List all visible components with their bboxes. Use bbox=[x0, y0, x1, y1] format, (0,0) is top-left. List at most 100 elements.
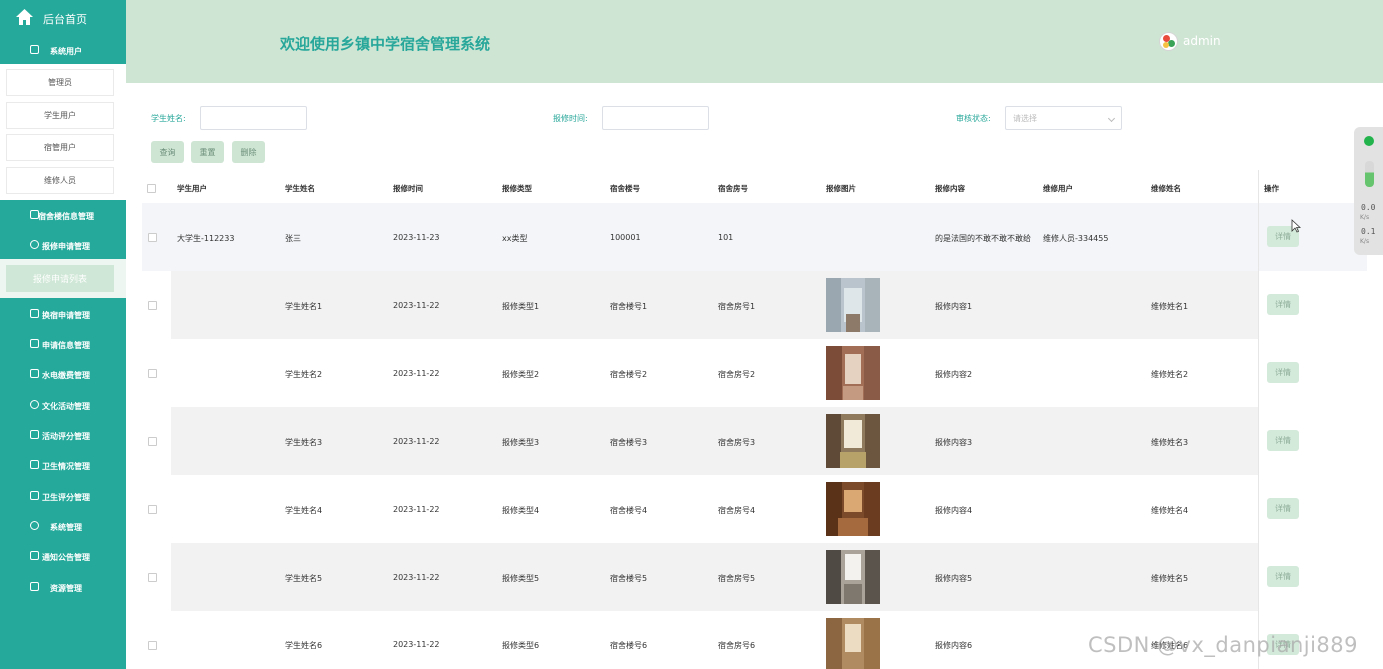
repair-photo[interactable] bbox=[826, 550, 880, 604]
sidebar-item-repair-list[interactable]: 报修申请列表 bbox=[6, 265, 114, 292]
cell-room: 101 bbox=[718, 233, 734, 242]
reset-button[interactable]: 重置 bbox=[191, 141, 224, 163]
column-header: 报修时间 bbox=[393, 184, 423, 193]
repair-time-label: 报修时间: bbox=[553, 114, 588, 123]
sidebar-group-system[interactable]: 系统管理 bbox=[0, 511, 126, 541]
sidebar-group-repair-apply[interactable]: 报修申请管理 bbox=[0, 230, 126, 260]
sidebar-home[interactable]: 后台首页 bbox=[0, 0, 126, 34]
cell-repair-name: 维修姓名1 bbox=[1151, 302, 1189, 311]
select-all-checkbox[interactable] bbox=[147, 184, 156, 193]
cell-repair-name: 维修姓名2 bbox=[1151, 370, 1189, 379]
status-dot-icon bbox=[1364, 136, 1374, 146]
row-background bbox=[171, 271, 1259, 339]
table-row[interactable]: 大学生-112233 张三 2023-11-23 xx类型 100001 101… bbox=[142, 203, 1367, 271]
sidebar-group-hygiene-score[interactable]: 卫生评分管理 bbox=[0, 481, 126, 511]
column-header: 报修内容 bbox=[935, 184, 965, 193]
cell-room: 宿舍房号5 bbox=[718, 574, 756, 583]
repair-photo[interactable] bbox=[826, 414, 880, 468]
row-checkbox[interactable] bbox=[148, 369, 157, 378]
cell-content: 报修内容3 bbox=[935, 438, 973, 447]
row-checkbox[interactable] bbox=[148, 505, 157, 514]
table-row[interactable]: 学生姓名4 2023-11-22 报修类型4 宿舍楼号4 宿舍房号4 报修内容4… bbox=[142, 475, 1367, 543]
detail-button[interactable]: 详情 bbox=[1267, 362, 1299, 383]
student-name-input[interactable] bbox=[200, 106, 307, 130]
sidebar-group-label: 文化活动管理 bbox=[42, 402, 90, 411]
cell-repair-type: 报修类型4 bbox=[502, 506, 540, 515]
repair-photo[interactable] bbox=[826, 346, 880, 400]
cell-student-user: 大学生-112233 bbox=[177, 234, 235, 243]
chat-icon bbox=[30, 521, 39, 530]
repair-time-input[interactable] bbox=[602, 106, 709, 130]
row-checkbox[interactable] bbox=[148, 233, 157, 242]
row-background bbox=[171, 543, 1259, 611]
user-icon bbox=[30, 45, 39, 54]
avatar[interactable] bbox=[1159, 32, 1178, 51]
cell-repair-name: 维修姓名3 bbox=[1151, 438, 1189, 447]
mouse-cursor-icon bbox=[1291, 219, 1301, 233]
sidebar-group-notice[interactable]: 通知公告管理 bbox=[0, 541, 126, 571]
sidebar-item-student-user[interactable]: 学生用户 bbox=[6, 102, 114, 129]
repair-photo[interactable] bbox=[826, 618, 880, 669]
sidebar-item-repair-staff[interactable]: 维修人员 bbox=[6, 167, 114, 194]
repair-photo[interactable] bbox=[826, 482, 880, 536]
page-title: 欢迎使用乡镇中学宿舍管理系统 bbox=[280, 35, 491, 53]
sidebar-group-application-info[interactable]: 申请信息管理 bbox=[0, 329, 126, 359]
row-checkbox[interactable] bbox=[148, 573, 157, 582]
sidebar-group-resource[interactable]: 资源管理 bbox=[0, 572, 126, 602]
row-background bbox=[171, 407, 1259, 475]
edit-icon bbox=[30, 491, 39, 500]
table-row[interactable]: 学生姓名3 2023-11-22 报修类型3 宿舍楼号3 宿舍房号3 报修内容3… bbox=[142, 407, 1367, 475]
search-button[interactable]: 查询 bbox=[151, 141, 184, 163]
sidebar-item-dorm-manager[interactable]: 宿管用户 bbox=[6, 134, 114, 161]
cell-content: 的是法国的不敢不敢不敢给 bbox=[935, 234, 1031, 243]
detail-button[interactable]: 详情 bbox=[1267, 498, 1299, 519]
cell-student-name: 学生姓名1 bbox=[285, 302, 323, 311]
detail-button[interactable]: 详情 bbox=[1267, 566, 1299, 587]
network-speed-widget[interactable]: 0.0 K/s 0.1 K/s bbox=[1354, 127, 1383, 255]
cell-content: 报修内容4 bbox=[935, 506, 973, 515]
cell-repair-name: 维修姓名4 bbox=[1151, 506, 1189, 515]
home-icon bbox=[16, 9, 33, 25]
cell-repair-type: 报修类型3 bbox=[502, 438, 540, 447]
student-name-label: 学生姓名: bbox=[151, 114, 186, 123]
row-checkbox[interactable] bbox=[148, 301, 157, 310]
column-header: 维修用户 bbox=[1043, 184, 1073, 193]
sidebar-group-system-users[interactable]: 系统用户 bbox=[0, 35, 126, 65]
column-header: 宿舍楼号 bbox=[610, 184, 640, 193]
upload-speed: 0.1 bbox=[1361, 227, 1376, 236]
table-row[interactable]: 学生姓名1 2023-11-22 报修类型1 宿舍楼号1 宿舍房号1 报修内容1… bbox=[142, 271, 1367, 339]
table-row[interactable]: 学生姓名2 2023-11-22 报修类型2 宿舍楼号2 宿舍房号2 报修内容2… bbox=[142, 339, 1367, 407]
sidebar-group-label: 活动评分管理 bbox=[42, 432, 90, 441]
status-select[interactable]: 请选择 bbox=[1005, 106, 1122, 130]
row-checkbox[interactable] bbox=[148, 641, 157, 650]
column-header: 学生用户 bbox=[177, 184, 207, 193]
repair-photo[interactable] bbox=[826, 278, 880, 332]
sidebar-group-utility-payment[interactable]: 水电缴费管理 bbox=[0, 359, 126, 389]
cell-content: 报修内容2 bbox=[935, 370, 973, 379]
detail-button[interactable]: 详情 bbox=[1267, 430, 1299, 451]
sidebar-group-activity-score[interactable]: 活动评分管理 bbox=[0, 420, 126, 450]
sidebar-group-label: 宿舍楼信息管理 bbox=[38, 212, 94, 221]
cell-repair-type: xx类型 bbox=[502, 234, 528, 243]
top-header: 欢迎使用乡镇中学宿舍管理系统 admin bbox=[126, 0, 1383, 83]
sidebar-group-dorm-building[interactable]: 宿舍楼信息管理 bbox=[0, 200, 126, 230]
cell-repair-name: 维修姓名5 bbox=[1151, 574, 1189, 583]
username[interactable]: admin bbox=[1183, 34, 1221, 48]
sidebar-item-admin[interactable]: 管理员 bbox=[6, 69, 114, 96]
row-checkbox[interactable] bbox=[148, 437, 157, 446]
sidebar-group-label: 系统用户 bbox=[50, 47, 82, 56]
sidebar-group-label: 资源管理 bbox=[50, 584, 82, 593]
chat-icon bbox=[30, 400, 39, 409]
table-row[interactable]: 学生姓名5 2023-11-22 报修类型5 宿舍楼号5 宿舍房号5 报修内容5… bbox=[142, 543, 1367, 611]
cell-repair-user: 维修人员-334455 bbox=[1043, 234, 1109, 243]
cell-repair-time: 2023-11-22 bbox=[393, 369, 440, 378]
sidebar-group-culture-activity[interactable]: 文化活动管理 bbox=[0, 390, 126, 420]
sidebar-group-label: 申请信息管理 bbox=[42, 341, 90, 350]
delete-button[interactable]: 删除 bbox=[232, 141, 265, 163]
sidebar-group-room-change[interactable]: 换宿申请管理 bbox=[0, 299, 126, 329]
edit-icon bbox=[30, 551, 39, 560]
cell-student-name: 学生姓名3 bbox=[285, 438, 323, 447]
sidebar-group-hygiene-status[interactable]: 卫生情况管理 bbox=[0, 450, 126, 480]
cell-building: 宿舍楼号4 bbox=[610, 506, 648, 515]
detail-button[interactable]: 详情 bbox=[1267, 294, 1299, 315]
